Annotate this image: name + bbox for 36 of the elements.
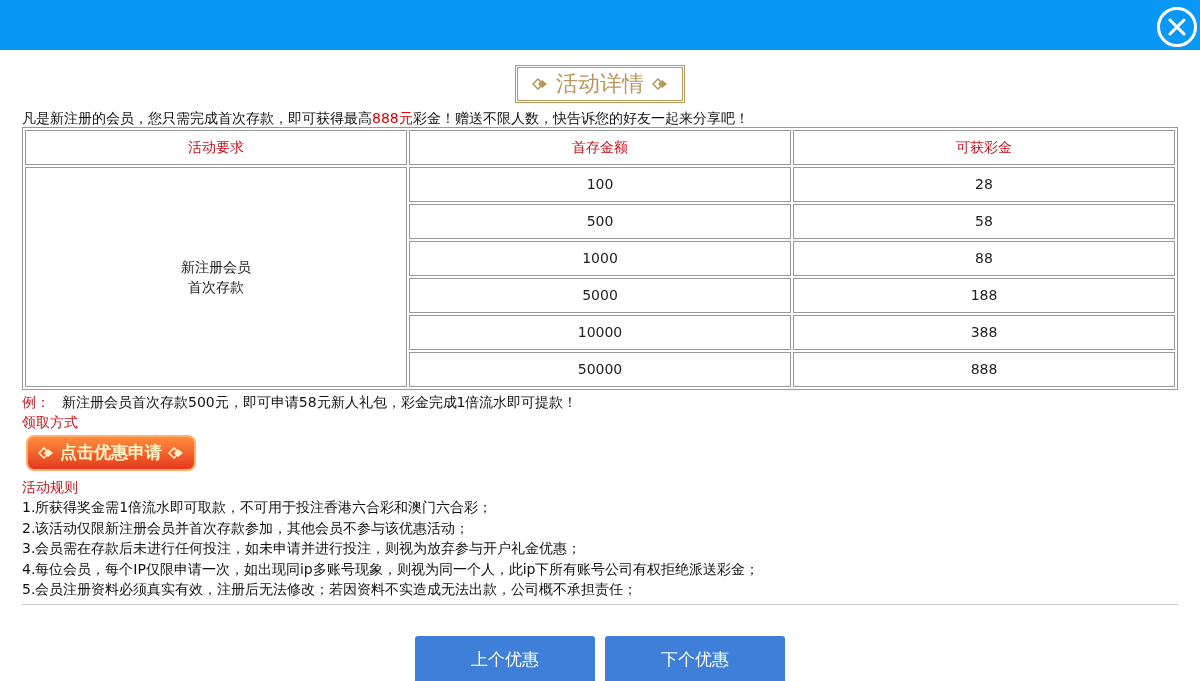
rule-text: 2.该活动仅限新注册会员并首次存款参加，其他会员不参与该优惠活动； bbox=[22, 518, 470, 538]
example-text: 新注册会员首次存款500元，即可申请58元新人礼包，彩金完成1倍流水即可提款！ bbox=[62, 393, 578, 412]
nav-button[interactable]: 下个优惠 bbox=[605, 635, 785, 681]
bonus-cell: 58 bbox=[793, 204, 1175, 239]
column-header: 活动要求 bbox=[25, 130, 407, 165]
column-header: 可获彩金 bbox=[793, 130, 1175, 165]
bonus-cell: 388 bbox=[793, 315, 1175, 350]
apply-button[interactable]: 点击优惠申请 bbox=[26, 435, 196, 471]
requirement-cell: 新注册会员 首次存款 bbox=[25, 167, 407, 387]
banner-title: 活动详情 bbox=[556, 73, 644, 95]
diamond-ornament-icon bbox=[168, 447, 184, 459]
deposit-cell: 100 bbox=[409, 167, 791, 202]
rules-heading: 活动规则 bbox=[22, 478, 78, 497]
claim-heading: 领取方式 bbox=[22, 413, 78, 431]
rule-text: 1.所获得奖金需1倍流水即可取款，不可用于投注香港六合彩和澳门六合彩； bbox=[22, 498, 493, 517]
close-icon bbox=[1168, 18, 1186, 36]
example-label: 例： bbox=[22, 393, 50, 412]
diamond-ornament-icon bbox=[38, 447, 54, 459]
deposit-cell: 1000 bbox=[409, 241, 791, 276]
close-button[interactable] bbox=[1157, 7, 1197, 47]
deposit-cell: 5000 bbox=[409, 278, 791, 313]
rule-text: 5.会员注册资料必须真实有效，注册后无法修改；若因资料不实造成无法出款，公司概不承担责任； bbox=[22, 580, 638, 599]
bonus-cell: 88 bbox=[793, 241, 1175, 276]
column-header: 首存金额 bbox=[409, 130, 791, 165]
bonus-cell: 888 bbox=[793, 352, 1175, 387]
rule-text: 4.每位会员，每个IP仅限申请一次，如出现同ip多账号现象，则视为同一个人，此ip下所有账号公司有权拒绝派送彩金； bbox=[22, 559, 760, 579]
deposit-cell: 50000 bbox=[409, 352, 791, 387]
intro-text: 凡是新注册的会员，您只需完成首次存款，即可获得最高888元彩金！赠送不限人数，快告诉您的好友一起来分享吧！ bbox=[22, 109, 750, 128]
bonus-cell: 28 bbox=[793, 167, 1175, 202]
deposit-cell: 10000 bbox=[409, 315, 791, 350]
nav-button[interactable]: 上个优惠 bbox=[415, 635, 595, 681]
diamond-ornament-icon bbox=[532, 78, 548, 90]
diamond-ornament-icon bbox=[652, 78, 668, 90]
rule-text: 3.会员需在存款后未进行任何投注，如未申请并进行投注，则视为放弃参与开户礼金优惠； bbox=[22, 539, 582, 558]
deposit-cell: 500 bbox=[409, 204, 791, 239]
bonus-cell: 188 bbox=[793, 278, 1175, 313]
